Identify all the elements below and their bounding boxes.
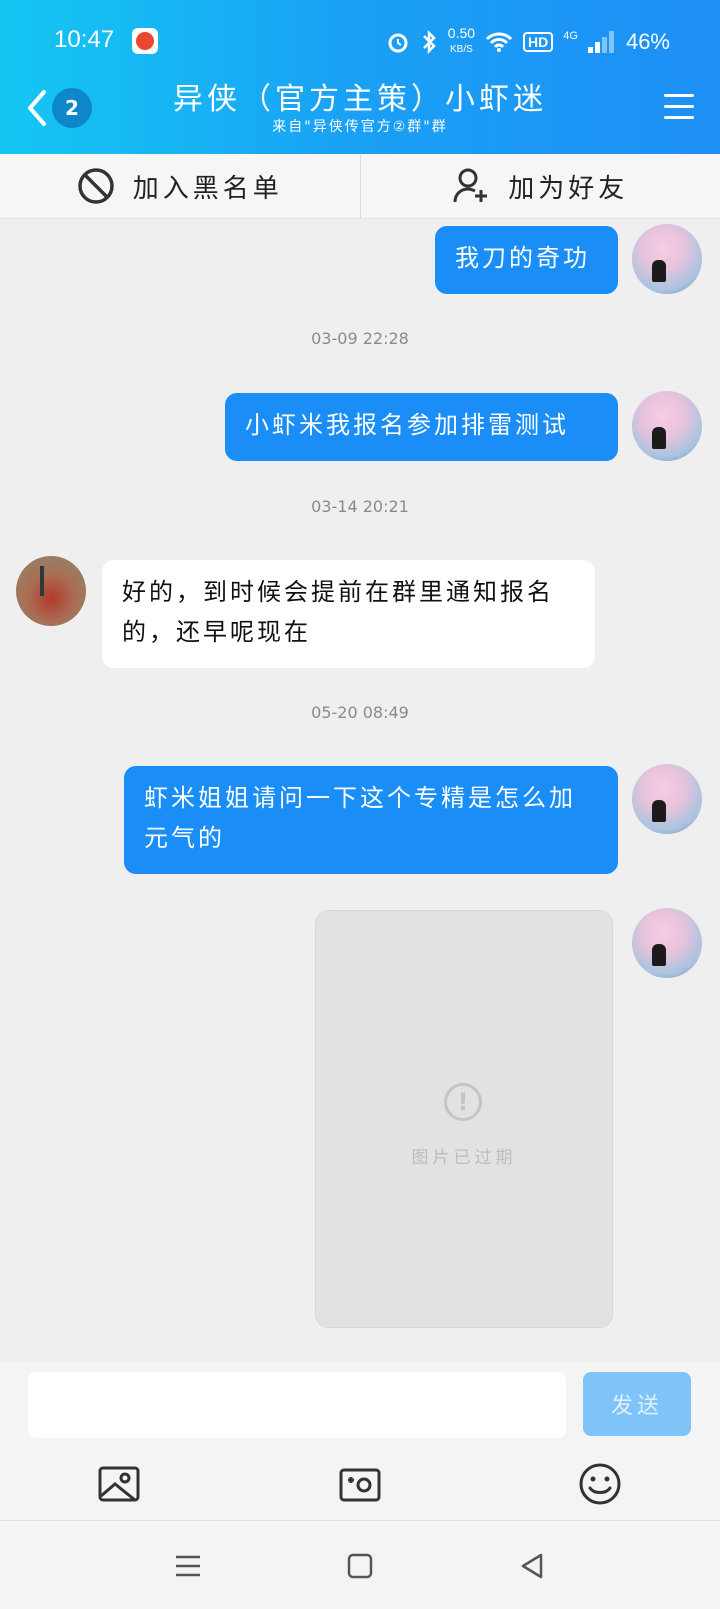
chat-subtitle: 来自"异侠传官方②群"群: [0, 116, 720, 136]
image-expired-text: 图片已过期: [316, 1143, 612, 1168]
message-bubble[interactable]: 小虾米我报名参加排雷测试: [225, 393, 618, 461]
send-button[interactable]: 发送: [583, 1372, 691, 1436]
action-bar: 加入黑名单 加为好友: [0, 154, 720, 219]
status-indicators: 0.50 KB/S HD 4G 46%: [386, 26, 670, 57]
my-avatar[interactable]: [632, 764, 702, 834]
timestamp: 03-14 20:21: [0, 497, 720, 516]
message-bubble[interactable]: 我刀的奇功: [435, 226, 618, 294]
signal-icon: [588, 31, 616, 53]
system-nav-bar: [0, 1520, 720, 1609]
net-speed-value: 0.50: [448, 25, 475, 41]
chat-header: 10:47 0.50 KB/S HD 4G 46% 2 异侠（官方主策）小虾迷 …: [0, 0, 720, 154]
add-friend-label: 加为好友: [508, 168, 628, 205]
camera-icon[interactable]: [338, 1462, 382, 1506]
emoji-icon[interactable]: [578, 1462, 622, 1506]
warning-icon: !: [444, 1083, 482, 1121]
my-avatar[interactable]: [632, 908, 702, 978]
recent-apps-button[interactable]: [173, 1551, 203, 1581]
add-user-icon: [452, 167, 490, 205]
my-avatar[interactable]: [632, 224, 702, 294]
timestamp: 05-20 08:49: [0, 703, 720, 722]
message-bubble[interactable]: 好的，到时候会提前在群里通知报名的，还早呢现在: [102, 560, 595, 668]
input-area: 发送: [0, 1362, 720, 1520]
bluetooth-icon: [420, 30, 438, 54]
battery-level: 46%: [626, 29, 670, 55]
menu-button[interactable]: [664, 94, 694, 120]
home-button[interactable]: [345, 1551, 375, 1581]
wifi-icon: [485, 31, 513, 53]
contact-avatar[interactable]: [16, 556, 86, 626]
my-avatar[interactable]: [632, 391, 702, 461]
image-icon[interactable]: [97, 1462, 141, 1506]
block-icon: [77, 167, 115, 205]
app-notification-icon: [132, 28, 158, 54]
blacklist-label: 加入黑名单: [133, 168, 283, 205]
timestamp: 03-09 22:28: [0, 329, 720, 348]
expired-image-message[interactable]: ! 图片已过期: [315, 910, 613, 1328]
add-friend-button[interactable]: 加为好友: [361, 154, 720, 218]
back-nav-button[interactable]: [517, 1551, 547, 1581]
hd-badge: HD: [523, 32, 553, 52]
blacklist-button[interactable]: 加入黑名单: [0, 154, 361, 218]
network-type: 4G: [563, 30, 578, 42]
message-bubble[interactable]: 虾米姐姐请问一下这个专精是怎么加元气的: [124, 766, 618, 874]
message-input[interactable]: [28, 1372, 566, 1438]
chat-title: 异侠（官方主策）小虾迷: [0, 74, 720, 118]
alarm-icon: [386, 30, 410, 54]
net-speed: 0.50 KB/S: [448, 26, 475, 57]
net-speed-unit: KB/S: [450, 44, 473, 55]
status-time: 10:47: [54, 26, 114, 54]
